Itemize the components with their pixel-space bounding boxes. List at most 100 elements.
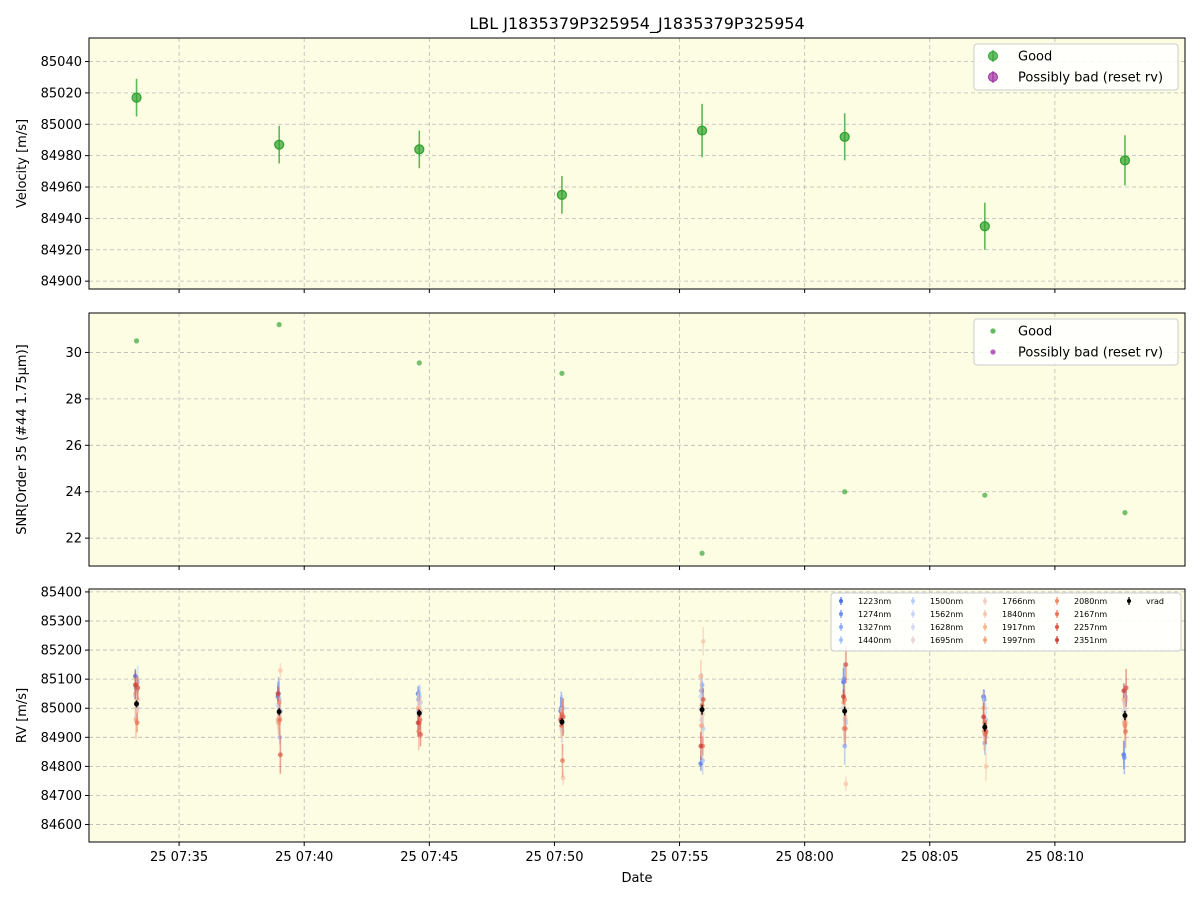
legend-marker	[911, 625, 915, 629]
data-point	[132, 682, 138, 688]
legend-label: Good	[1018, 325, 1052, 340]
legend-marker	[1127, 599, 1131, 603]
y-tick-label: 22	[65, 532, 82, 547]
data-point	[277, 752, 283, 758]
legend-marker	[988, 51, 998, 61]
velocity-panel: 84900 84920 84940 84960 84980 85000 85020 85040…	[15, 37, 1186, 293]
data-point	[559, 719, 565, 725]
legend-label: 1223nm	[858, 597, 891, 606]
data-point	[416, 360, 422, 366]
legend-label: 2351nm	[1074, 636, 1107, 645]
figure: LBL J1835379P325954_J1835379P325954 8490…	[15, 14, 1186, 886]
data-point	[414, 144, 425, 155]
legend-label: 1440nm	[858, 636, 891, 645]
legend-label: 2167nm	[1074, 610, 1107, 619]
data-point	[839, 131, 850, 142]
y-axis-label: SNR[Order 35 (#44 1.75μm)]	[15, 344, 30, 535]
data-point	[277, 717, 283, 723]
data-point	[277, 668, 283, 673]
legend-label: vrad	[1146, 597, 1164, 606]
legend-marker	[990, 349, 996, 355]
legend-marker	[983, 612, 987, 616]
x-tick-label: 25 07:40	[275, 850, 333, 865]
data-point	[1122, 510, 1128, 516]
x-tick-label: 25 08:10	[1026, 850, 1084, 865]
y-tick-label: 84600	[41, 818, 82, 833]
data-point	[559, 370, 565, 376]
y-tick-label: 85200	[41, 644, 82, 659]
x-tick-label: 25 07:50	[525, 850, 583, 865]
x-tick-label: 25 07:55	[650, 850, 708, 865]
data-point	[416, 710, 422, 716]
legend-marker	[911, 638, 915, 642]
data-point	[1119, 155, 1131, 166]
data-point	[843, 662, 849, 668]
data-point	[276, 322, 282, 328]
data-point	[842, 708, 848, 714]
legend-label: 2080nm	[1074, 597, 1107, 606]
y-tick-label: 84900	[41, 275, 82, 290]
x-tick-label: 25 07:35	[150, 850, 208, 865]
legend-label: 1500nm	[930, 597, 963, 606]
y-tick-label: 84960	[41, 181, 82, 196]
legend-label: 2257nm	[1074, 623, 1107, 632]
y-tick-label: 85040	[41, 55, 82, 70]
y-tick-label: 30	[65, 346, 82, 361]
data-point	[556, 189, 568, 200]
snr-panel: 22 24 26 28 30 SNR[Order 35 (#44 1.75μm)] Good…	[15, 312, 1186, 570]
data-point	[700, 697, 706, 702]
legend-label: Good	[1018, 50, 1052, 65]
data-point	[699, 723, 704, 729]
figure-title: LBL J1835379P325954_J1835379P325954	[469, 14, 804, 34]
legend-marker	[990, 328, 996, 334]
data-point	[276, 709, 282, 715]
legend-label: 1327nm	[858, 623, 891, 632]
data-point	[982, 724, 988, 730]
y-axis-label: Velocity [m/s]	[15, 119, 30, 208]
legend-marker	[983, 625, 987, 629]
legend-label: 1695nm	[930, 636, 963, 645]
data-point	[275, 691, 281, 697]
data-point	[560, 758, 565, 763]
legend-marker	[983, 599, 987, 603]
data-point	[699, 550, 705, 556]
y-tick-label: 85100	[41, 673, 82, 688]
y-tick-label: 85400	[41, 585, 82, 600]
data-point	[699, 707, 705, 713]
data-point	[841, 694, 846, 699]
data-point	[1122, 713, 1128, 718]
data-point	[133, 338, 140, 344]
y-tick-label: 84920	[41, 243, 82, 258]
legend-marker	[839, 625, 843, 629]
y-tick-label: 85000	[41, 702, 82, 717]
legend-marker	[911, 599, 915, 603]
data-point	[274, 139, 285, 150]
y-tick-label: 84800	[41, 760, 82, 775]
legend-marker	[983, 638, 987, 642]
data-point	[698, 743, 704, 749]
legend-label: 1917nm	[1002, 623, 1035, 632]
legend-marker	[1055, 612, 1059, 616]
legend-marker	[1055, 599, 1059, 603]
data-point	[1121, 755, 1127, 761]
legend-label: 1766nm	[1002, 597, 1035, 606]
x-tick-label: 25 08:00	[776, 850, 834, 865]
y-tick-label: 85020	[41, 86, 82, 101]
legend-marker	[1055, 638, 1059, 642]
data-point	[979, 221, 990, 232]
legend-marker	[839, 638, 843, 642]
y-tick-label: 84940	[41, 212, 82, 227]
data-point	[134, 701, 140, 707]
y-tick-label: 24	[65, 485, 82, 500]
legend-marker	[839, 612, 843, 616]
legend-marker	[1055, 625, 1059, 629]
legend-label: 1840nm	[1002, 610, 1035, 619]
x-axis-label: Date	[621, 871, 652, 886]
x-tick-label: 25 07:45	[400, 850, 458, 865]
legend-label: 1562nm	[930, 610, 963, 619]
data-point	[1121, 688, 1127, 694]
legend-label: Possibly bad (reset rv)	[1018, 346, 1163, 361]
data-point	[131, 92, 142, 103]
y-tick-label: 85300	[41, 614, 82, 629]
legend-label: 1997nm	[1002, 636, 1035, 645]
